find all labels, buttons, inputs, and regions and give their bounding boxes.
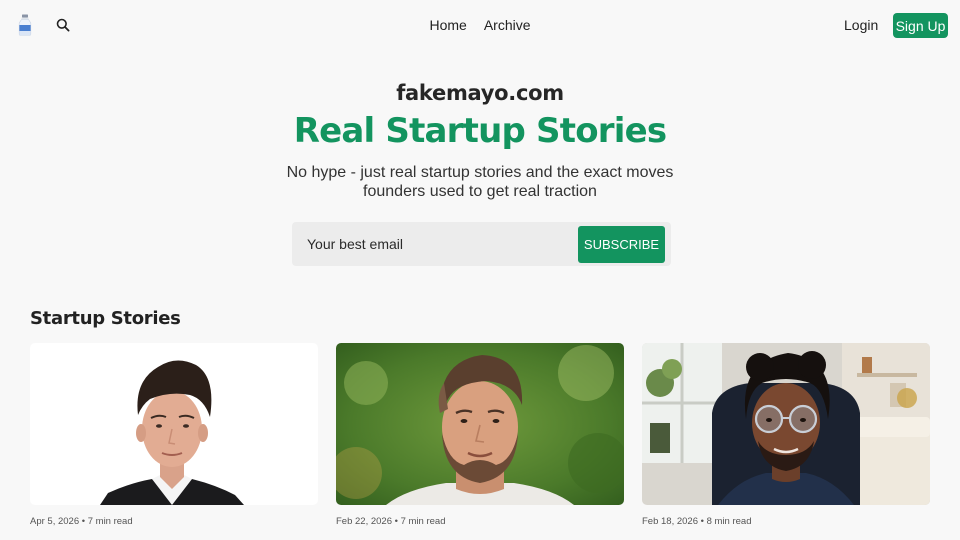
site-header: Home Archive Login Sign Up	[0, 0, 960, 52]
login-link[interactable]: Login	[844, 17, 878, 33]
milk-bottle-logo-icon[interactable]	[18, 14, 32, 36]
story-card[interactable]: Feb 22, 2026 • 7 min read	[336, 343, 624, 533]
story-meta: Feb 22, 2026 • 7 min read	[336, 516, 446, 527]
story-date: Feb 18, 2026	[642, 516, 698, 527]
hero-title: Real Startup Stories	[293, 111, 667, 151]
story-card[interactable]: Feb 18, 2026 • 8 min read	[642, 343, 930, 533]
subscribe-form: SUBSCRIBE	[292, 222, 671, 266]
story-date: Feb 22, 2026	[336, 516, 392, 527]
nav-archive-link[interactable]: Archive	[484, 17, 531, 33]
story-meta: Apr 5, 2026 • 7 min read	[30, 516, 133, 527]
story-date: Apr 5, 2026	[30, 516, 80, 527]
site-name: fakemayo.com	[396, 81, 564, 105]
sign-up-button[interactable]: Sign Up	[893, 13, 948, 38]
story-read-time: 7 min read	[400, 516, 446, 527]
story-card[interactable]: Apr 5, 2026 • 7 min read	[30, 343, 318, 533]
email-input[interactable]	[292, 222, 578, 266]
hero-section: fakemayo.com Real Startup Stories No hyp…	[0, 78, 960, 201]
story-photo-man-white-background[interactable]	[30, 343, 318, 505]
nav-home-link[interactable]: Home	[429, 17, 466, 33]
search-icon[interactable]	[55, 17, 71, 33]
subscribe-button[interactable]: SUBSCRIBE	[578, 226, 665, 263]
main-nav: Home Archive	[0, 17, 960, 33]
story-read-time: 7 min read	[87, 516, 133, 527]
hero-subtitle: No hype - just real startup stories and …	[286, 164, 674, 200]
story-read-time: 8 min read	[706, 516, 752, 527]
story-photo-man-glasses-living-room[interactable]	[642, 343, 930, 505]
section-title: Startup Stories	[30, 308, 181, 329]
story-meta: Feb 18, 2026 • 8 min read	[642, 516, 752, 527]
story-photo-bearded-man-green-background[interactable]	[336, 343, 624, 505]
